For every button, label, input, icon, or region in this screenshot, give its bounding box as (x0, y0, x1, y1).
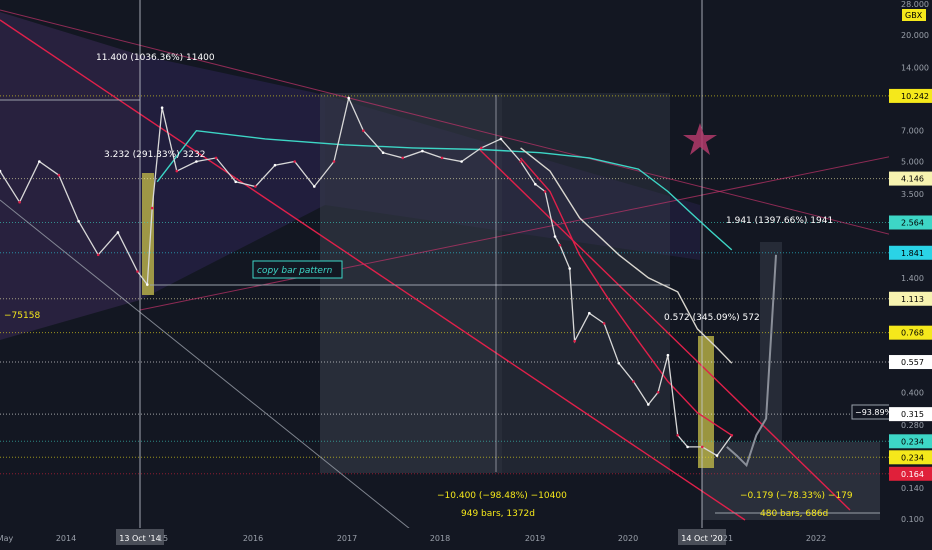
currency-label: GBX (905, 11, 923, 20)
time-tick-1: 2014 (56, 534, 76, 543)
annotation-3232: 3.232 (291.33%) 3232 (104, 150, 205, 160)
price-point-30 (534, 182, 537, 186)
price-point-20 (347, 96, 351, 100)
price-point-31 (543, 190, 547, 193)
price-point-39 (632, 380, 635, 383)
price-point-13 (214, 156, 218, 160)
price-point-1 (18, 200, 21, 204)
price-label-9: 0.234 (901, 453, 924, 462)
time-tick-0: May (0, 534, 14, 543)
price-point-41 (656, 391, 660, 394)
price-point-4 (77, 219, 80, 223)
price-point-46 (715, 454, 719, 457)
price-point-27 (480, 146, 483, 150)
price-tick-10: 0.100 (901, 515, 924, 524)
price-point-2 (38, 160, 41, 163)
price-label-3: 1.841 (901, 249, 924, 258)
price-tick-1: 20.000 (901, 31, 929, 40)
price-label-4: 1.113 (901, 295, 924, 304)
price-point-37 (602, 322, 606, 325)
price-point-29 (519, 160, 522, 163)
price-label-2: 2.564 (901, 218, 924, 227)
price-label-5: 0.768 (901, 329, 924, 338)
price-point-33 (558, 243, 562, 247)
price-point-45 (701, 445, 704, 449)
price-point-19 (332, 160, 336, 163)
price-point-26 (460, 160, 463, 163)
time-tick-3: 15 (158, 534, 168, 543)
annotation-572: 0.572 (345.09%) 572 (664, 313, 760, 323)
price-tick-8: 0.280 (901, 421, 924, 430)
time-tick-6: 2018 (430, 534, 450, 543)
price-point-23 (401, 156, 405, 160)
price-point-24 (421, 149, 424, 153)
price-label-10: 0.164 (901, 470, 924, 479)
price-point-3 (57, 173, 61, 177)
price-point-5 (96, 253, 100, 257)
copy-pattern-label: copy bar pattern (257, 266, 333, 276)
price-label-1: 4.146 (901, 175, 924, 184)
price-point-40 (647, 403, 650, 406)
price-point-17 (293, 160, 297, 163)
price-point-32 (553, 235, 557, 238)
percent-badge: −93.89% (855, 408, 893, 417)
price-point-11 (175, 169, 179, 173)
annotation-1941: 1.941 (1397.66%) 1941 (726, 216, 833, 226)
price-point-22 (381, 151, 385, 154)
price-point-28 (499, 137, 503, 141)
price-label-7: 0.315 (901, 410, 924, 419)
price-tick-5: 3.500 (901, 190, 924, 199)
time-tick-11: 2022 (806, 534, 826, 543)
time-tick-2: 13 Oct '14 (119, 534, 160, 543)
price-axis[interactable] (889, 0, 932, 528)
price-point-6 (116, 231, 120, 234)
price-point-43 (676, 434, 679, 437)
price-tick-4: 5.000 (901, 157, 924, 166)
price-label-0: 10.242 (901, 92, 929, 101)
price-point-14 (234, 180, 237, 184)
annotation-75158: −75158 (4, 311, 40, 321)
price-tick-2: 14.000 (901, 63, 929, 72)
highlight-bar-2020 (698, 336, 714, 468)
time-tick-9: 14 Oct '20 (681, 534, 722, 543)
price-point-35 (573, 339, 576, 343)
price-point-18 (313, 185, 316, 188)
annotation-11400: 11.400 (1036.36%) 11400 (96, 53, 215, 63)
price-point-44 (686, 445, 689, 449)
price-point-15 (254, 185, 257, 188)
price-point-36 (588, 311, 591, 315)
price-point-38 (617, 361, 621, 365)
time-tick-10: 21 (723, 534, 733, 543)
price-point-21 (362, 129, 365, 132)
price-point-42 (666, 353, 670, 357)
measure-small-change: −0.179 (−78.33%) −179 (740, 491, 853, 501)
price-point-9 (150, 206, 154, 210)
price-tick-9: 0.140 (901, 484, 924, 493)
measure-small-bars: 480 bars, 686d (760, 509, 828, 519)
price-point-25 (440, 156, 444, 160)
price-point-16 (273, 163, 277, 167)
measure-large-bars: 949 bars, 1372d (461, 509, 535, 519)
price-point-8 (146, 283, 149, 286)
measure-box-large-2 (502, 93, 670, 473)
time-tick-5: 2017 (337, 534, 357, 543)
price-label-8: 0.234 (901, 437, 924, 446)
measure-large-change: −10.400 (−98.48%) −10400 (437, 491, 567, 501)
price-tick-3: 7.000 (901, 127, 924, 136)
price-tick-6: 1.400 (901, 274, 924, 283)
price-point-12 (195, 160, 198, 163)
time-tick-7: 2019 (525, 534, 545, 543)
time-tick-8: 2020 (618, 534, 638, 543)
time-tick-4: 2016 (243, 534, 263, 543)
price-point-47 (730, 434, 734, 437)
price-point-10 (160, 106, 164, 109)
price-label-6: 0.557 (901, 358, 924, 367)
price-point-7 (136, 270, 139, 273)
price-chart[interactable]: 11.400 (1036.36%) 11400 3.232 (291.33%) … (0, 0, 932, 550)
price-tick-7: 0.400 (901, 388, 924, 397)
price-tick-0: 28.000 (901, 0, 929, 9)
price-point-34 (568, 267, 571, 270)
